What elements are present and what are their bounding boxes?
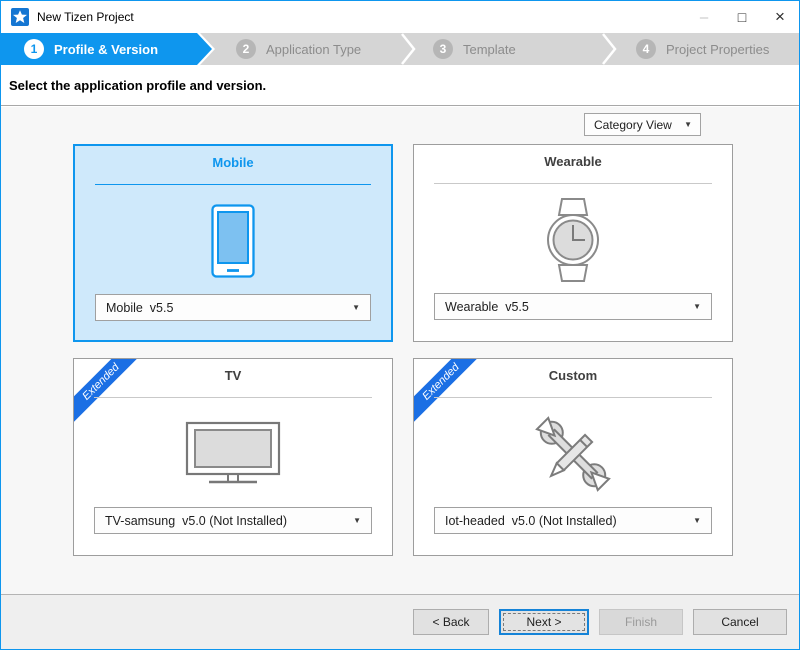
close-icon[interactable]: × <box>761 1 799 33</box>
step-profile-version: 1 Profile & Version <box>1 33 158 65</box>
card-divider <box>95 184 371 185</box>
chevron-down-icon: ▼ <box>352 303 360 312</box>
step-separator-chevron <box>602 33 618 65</box>
cancel-button[interactable]: Cancel <box>693 609 787 635</box>
back-button[interactable]: < Back <box>413 609 489 635</box>
wizard-description-bar: Select the application profile and versi… <box>1 65 799 106</box>
step-application-type: 2 Application Type <box>236 33 361 65</box>
step1-number-badge: 1 <box>24 39 44 59</box>
chevron-down-icon: ▼ <box>684 120 692 129</box>
mobile-version-dropdown[interactable]: Mobile v5.5 ▼ <box>95 294 371 321</box>
card-divider <box>434 183 712 184</box>
minimize-icon[interactable]: – <box>685 1 723 33</box>
step-template: 3 Template <box>433 33 516 65</box>
chevron-down-icon: ▼ <box>693 516 701 525</box>
step4-label: Project Properties <box>666 42 769 57</box>
profile-card-custom[interactable]: Extended Custom <box>413 358 733 556</box>
wearable-version-dropdown[interactable]: Wearable v5.5 ▼ <box>434 293 712 320</box>
title-bar: New Tizen Project – □ × <box>1 1 799 33</box>
category-view-dropdown[interactable]: Category View ▼ <box>584 113 701 136</box>
step3-label: Template <box>463 42 516 57</box>
tizen-logo-icon <box>11 8 29 26</box>
wizard-button-bar: < Back Next > Finish Cancel <box>1 594 799 649</box>
card-title: Wearable <box>414 154 732 169</box>
maximize-icon[interactable]: □ <box>723 1 761 33</box>
finish-button[interactable]: Finish <box>599 609 683 635</box>
tv-version-dropdown[interactable]: TV-samsung v5.0 (Not Installed) ▼ <box>94 507 372 534</box>
new-tizen-project-dialog: New Tizen Project – □ × 1 Profile & Vers… <box>0 0 800 650</box>
window-controls: – □ × <box>685 1 799 33</box>
card-title: Custom <box>414 368 732 383</box>
window-title: New Tizen Project <box>37 10 134 24</box>
step2-number-badge: 2 <box>236 39 256 59</box>
profile-card-tv[interactable]: Extended TV TV-samsung v5.0 (Not Install… <box>73 358 393 556</box>
step2-label: Application Type <box>266 42 361 57</box>
profile-card-mobile[interactable]: Mobile Mobile v5.5 ▼ <box>73 144 393 342</box>
category-view-label: Category View <box>594 118 672 132</box>
wizard-step-bar: 1 Profile & Version 2 Application Type 3… <box>1 33 799 65</box>
profile-selection-area: Category View ▼ Mobile Mobile v5.5 ▼ Wea… <box>1 107 799 595</box>
step3-number-badge: 3 <box>433 39 453 59</box>
step1-label: Profile & Version <box>54 42 158 57</box>
chevron-down-icon: ▼ <box>353 516 361 525</box>
chevron-down-icon: ▼ <box>693 302 701 311</box>
next-button[interactable]: Next > <box>499 609 589 635</box>
card-title: Mobile <box>75 155 391 170</box>
phone-icon <box>75 192 391 290</box>
card-divider <box>434 397 712 398</box>
step-project-properties: 4 Project Properties <box>636 33 769 65</box>
card-title: TV <box>74 368 392 383</box>
tools-icon <box>414 405 732 503</box>
step4-number-badge: 4 <box>636 39 656 59</box>
custom-version-dropdown[interactable]: Iot-headed v5.0 (Not Installed) ▼ <box>434 507 712 534</box>
step-separator-chevron <box>401 33 417 65</box>
watch-icon <box>414 191 732 289</box>
profile-card-wearable[interactable]: Wearable Wearable v5.5 ▼ <box>413 144 733 342</box>
card-divider <box>94 397 372 398</box>
tv-icon <box>74 405 392 503</box>
instruction-text: Select the application profile and versi… <box>9 78 266 93</box>
